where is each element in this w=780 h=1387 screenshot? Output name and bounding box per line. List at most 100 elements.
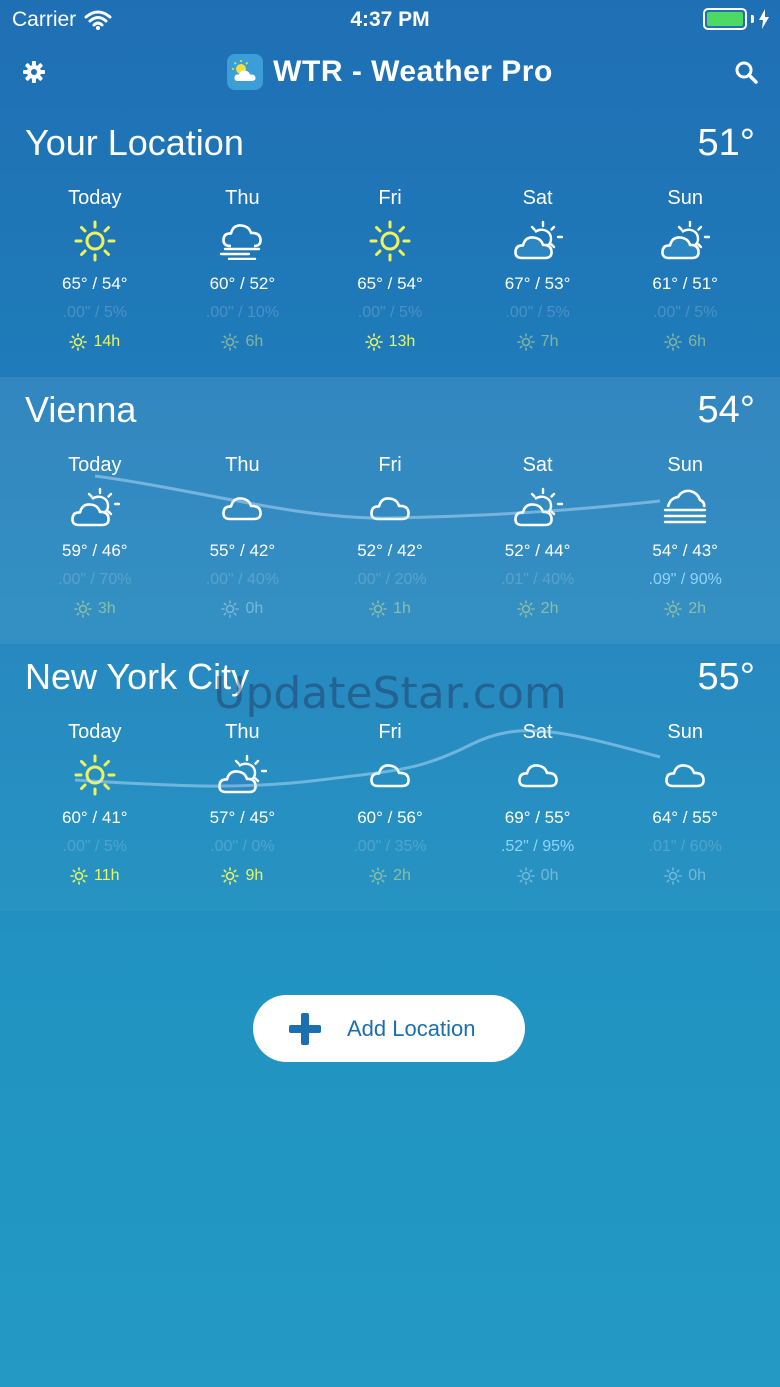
day-name: Fri [378, 187, 402, 209]
current-temperature: 51° [697, 122, 755, 164]
sun-hours-icon [664, 333, 683, 351]
location-name: Your Location [25, 122, 244, 163]
sun-hours-icon [516, 867, 535, 885]
day-name: Sat [522, 454, 553, 476]
day-name: Sun [667, 454, 703, 476]
forecast-row: Today 60° / 41° .00" / 5% 11h Thu 57° / … [21, 718, 759, 890]
sun-hours-value: 2h [688, 600, 707, 617]
sun-hours-value: 7h [540, 333, 559, 350]
precipitation: .01" / 40% [500, 571, 575, 588]
day-name: Thu [225, 187, 260, 209]
cloud-icon [464, 746, 612, 804]
sun-hours-icon [221, 867, 240, 885]
nav-bar: WTR - Weather Pro [0, 40, 780, 110]
add-location-button[interactable]: Add Location [253, 995, 525, 1062]
partly-cloudy-icon [21, 479, 169, 537]
precipitation: .00" / 40% [205, 571, 280, 588]
high-low-temp: 59° / 46° [62, 541, 128, 560]
high-low-temp: 60° / 41° [62, 808, 128, 827]
forecast-day: Today 65° / 54° .00" / 5% 14h [21, 184, 169, 356]
forecast-day: Thu 57° / 45° .00" / 0% 9h [169, 718, 317, 890]
high-low-temp: 60° / 56° [357, 808, 423, 827]
forecast-day: Today 60° / 41° .00" / 5% 11h [21, 718, 169, 890]
watermark: UpdateStar.com [213, 668, 567, 719]
sun-hours-icon [369, 600, 387, 618]
sun-hours-icon [69, 333, 88, 351]
sun-hours-icon [516, 333, 535, 351]
precipitation: .00" / 5% [62, 304, 127, 321]
day-name: Fri [378, 721, 402, 743]
high-low-temp: 65° / 54° [62, 274, 128, 293]
location-card[interactable]: Vienna 54° Today 59° / 46° .00" / 70% 3h… [0, 377, 780, 644]
high-low-temp: 61° / 51° [652, 274, 718, 293]
forecast-day: Sun 61° / 51° .00" / 5% 6h [611, 184, 759, 356]
high-low-temp: 57° / 45° [209, 808, 276, 827]
sun-hours-icon [70, 867, 88, 885]
day-name: Thu [225, 721, 260, 743]
day-name: Sat [522, 187, 553, 209]
sun-hours-value: 0h [245, 600, 264, 617]
day-name: Thu [225, 454, 260, 476]
sun-hours: 2h [316, 862, 464, 890]
sun-hours: 11h [21, 862, 169, 890]
partly-cloudy-icon [169, 746, 317, 804]
sun-hours: 1h [316, 595, 464, 623]
precipitation: .00" / 70% [58, 571, 132, 588]
search-icon[interactable] [734, 60, 758, 84]
high-low-temp: 54° / 43° [652, 541, 718, 560]
forecast-day: Sun 54° / 43° .09" / 90% 2h [611, 451, 759, 623]
precipitation: .00" / 5% [62, 838, 127, 855]
sun-hours: 2h [464, 595, 612, 623]
charging-bolt-icon [759, 9, 769, 29]
sun-hours: 6h [611, 328, 759, 356]
cloud-icon [169, 479, 317, 537]
sun-hours-value: 6h [688, 333, 707, 350]
sun-hours: 9h [169, 862, 317, 890]
forecast-day: Fri 52° / 42° .00" / 20% 1h [316, 451, 464, 623]
plus-icon [289, 1012, 321, 1045]
sun-hours: 0h [464, 862, 612, 890]
forecast-day: Today 59° / 46° .00" / 70% 3h [21, 451, 169, 623]
sun-hours: 6h [169, 328, 317, 356]
day-name: Sat [522, 721, 553, 743]
sun-hours-value: 0h [540, 867, 559, 884]
app-logo-icon [227, 54, 264, 90]
sun-icon [21, 212, 169, 270]
sun-hours-value: 3h [97, 600, 116, 617]
precipitation: .00" / 35% [353, 838, 427, 855]
sun-icon [21, 746, 169, 804]
sun-hours-value: 6h [245, 333, 264, 350]
day-name: Fri [378, 454, 402, 476]
cloud-icon [316, 479, 464, 537]
location-card[interactable]: Your Location 51° Today 65° / 54° .00" /… [0, 110, 780, 377]
forecast-row: Today 59° / 46° .00" / 70% 3h Thu 55° / … [21, 451, 759, 623]
sun-hours-value: 2h [540, 600, 559, 617]
day-name: Today [68, 721, 122, 743]
precipitation: .00" / 20% [353, 571, 427, 588]
day-name: Today [68, 454, 122, 476]
precipitation: .00" / 5% [357, 304, 423, 321]
partly-cloudy-icon [611, 212, 759, 270]
high-low-temp: 67° / 53° [504, 274, 571, 293]
forecast-day: Fri 65° / 54° .00" / 5% 13h [316, 184, 464, 356]
forecast-row: Today 65° / 54° .00" / 5% 14h Thu 60° / … [21, 184, 759, 356]
precipitation: .09" / 90% [648, 571, 722, 588]
forecast-day: Thu 55° / 42° .00" / 40% 0h [169, 451, 317, 623]
current-temperature: 54° [697, 389, 755, 431]
forecast-day: Sun 64° / 55° .01" / 60% 0h [611, 718, 759, 890]
sun-hours: 0h [611, 862, 759, 890]
precipitation: .00" / 0% [210, 838, 275, 855]
sun-hours-icon [74, 600, 92, 618]
sun-hours-icon [664, 600, 683, 618]
sun-hours: 7h [464, 328, 612, 356]
status-bar: Carrier 4:37 PM [0, 0, 780, 40]
day-name: Sun [667, 187, 703, 209]
high-low-temp: 52° / 42° [357, 541, 423, 560]
sun-hours: 14h [21, 328, 169, 356]
status-time: 4:37 PM [350, 8, 430, 31]
day-name: Sun [667, 721, 703, 743]
forecast-day: Sat 67° / 53° .00" / 5% 7h [464, 184, 612, 356]
forecast-day: Thu 60° / 52° .00" / 10% 6h [169, 184, 317, 356]
day-name: Today [68, 187, 122, 209]
sun-hours: 13h [316, 328, 464, 356]
